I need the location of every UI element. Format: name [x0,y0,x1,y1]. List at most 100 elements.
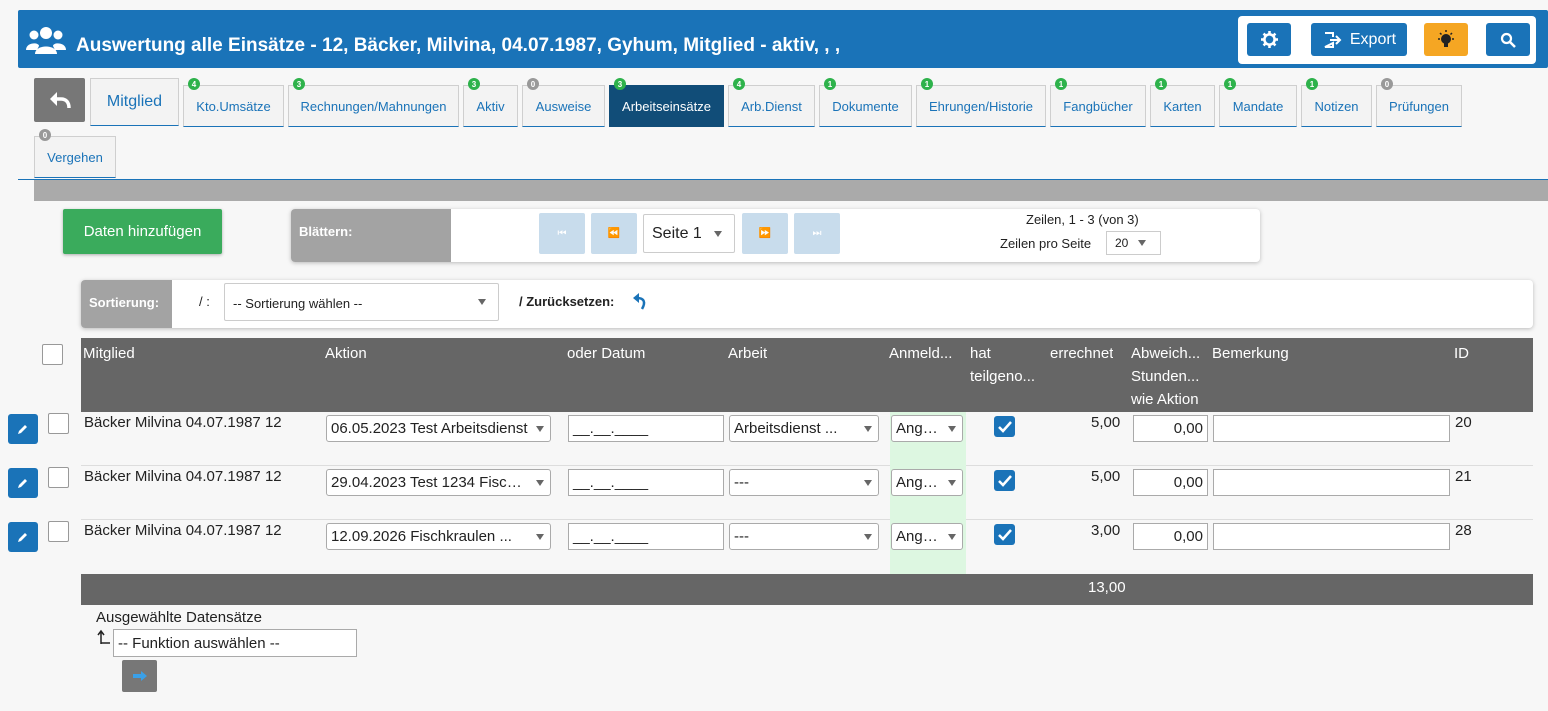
table-header: Mitglied Aktion oder Datum Arbeit Anmeld… [81,338,1533,412]
aktion-select[interactable]: 12.09.2026 Fischkraulen ... [326,523,551,550]
settings-button[interactable] [1247,23,1291,56]
back-button[interactable] [34,78,85,122]
tab-label: Notizen [1314,98,1359,114]
teilgenommen-checkbox[interactable] [994,416,1015,437]
row-checkbox[interactable] [48,467,69,488]
app-header: Auswertung alle Einsätze - 12, Bäcker, M… [18,10,1548,68]
tab-rechnungen-mahnungen[interactable]: 3 Rechnungen/Mahnungen [288,78,459,127]
col-anmeldung[interactable]: Anmeld... [889,342,952,365]
abweichung-input[interactable]: 0,00 [1133,523,1208,550]
last-page-button[interactable]: ⏭ [794,213,840,254]
col-teilgenommen-1[interactable]: hat [970,342,991,365]
pencil-icon [18,479,27,488]
tab-label: Aktiv [476,98,505,114]
tab-mitglied[interactable]: Mitglied [90,78,179,126]
row-checkbox[interactable] [48,521,69,542]
tab-ausweise[interactable]: 0 Ausweise [522,78,605,127]
mitglied-cell: Bäcker Milvina 04.07.1987 12 [84,468,282,485]
page-select[interactable]: Seite 1 [643,214,735,253]
teilgenommen-checkbox[interactable] [994,470,1015,491]
tab-mandate[interactable]: 1 Mandate [1219,78,1297,127]
next-page-button[interactable]: ⏩ [742,213,788,254]
export-label: Export [1349,30,1397,48]
col-teilgenommen-2: teilgeno... [970,368,1036,385]
arrow-right-icon [132,671,147,681]
arbeit-value: --- [734,474,749,491]
anmeldung-select[interactable]: Angemeldet [891,469,963,496]
bemerkung-input[interactable] [1213,469,1450,496]
tab-arbeitseinsaetze[interactable]: 3 Arbeitseinsätze [609,78,724,127]
tab-arb-dienst[interactable]: 4 Arb.Dienst [728,78,815,127]
tab-label: Kto.Umsätze [196,98,271,114]
tips-button[interactable] [1424,23,1468,56]
col-datum[interactable]: oder Datum [567,342,645,365]
undo-icon[interactable] [632,292,648,312]
aktion-value: 29.04.2023 Test 1234 Fischen [331,474,530,491]
arbeit-select[interactable]: --- [729,469,879,496]
aktion-select[interactable]: 29.04.2023 Test 1234 Fischen [326,469,551,496]
abweichung-input[interactable]: 0,00 [1133,469,1208,496]
tab-fangbuecher[interactable]: 1 Fangbücher [1050,78,1146,127]
col-errechnet[interactable]: errechnet [1050,342,1113,365]
anmeldung-select[interactable]: Angemeldet [891,415,963,442]
select-all-checkbox[interactable] [42,344,63,365]
col-bemerkung[interactable]: Bemerkung [1212,342,1289,365]
col-arbeit[interactable]: Arbeit [728,342,767,365]
anmeldung-select[interactable]: Angemeldet [891,523,963,550]
tab-notizen[interactable]: 1 Notizen [1301,78,1372,127]
teilgenommen-checkbox[interactable] [994,524,1015,545]
tab-badge: 0 [39,129,51,141]
table-footer: 13,00 [81,574,1533,605]
chevron-down-icon [948,479,956,486]
tab-aktiv[interactable]: 3 Aktiv [463,78,518,127]
datum-input[interactable]: __.__.____ [568,469,724,496]
add-data-button[interactable]: Daten hinzufügen [63,209,222,254]
function-select[interactable]: -- Funktion auswählen -- [113,629,357,657]
col-abweichung-3: wie Aktion [1131,391,1199,408]
tab-karten[interactable]: 1 Karten [1150,78,1215,127]
tab-vergehen[interactable]: 0 Vergehen [34,129,116,178]
edit-button[interactable] [8,522,38,552]
rows-per-page-select[interactable]: 20 [1106,231,1161,255]
tab-pruefungen[interactable]: 0 Prüfungen [1376,78,1462,127]
aktion-select[interactable]: 06.05.2023 Test Arbeitsdienst [326,415,551,442]
chevron-down-icon [478,299,486,305]
tab-label: Mitglied [106,93,163,110]
rows-per-page-label: Zeilen pro Seite [1000,236,1092,251]
table-row: Bäcker Milvina 04.07.1987 12 12.09.2026 … [81,520,1533,574]
search-button[interactable] [1486,23,1530,56]
col-mitglied[interactable]: Mitglied [83,342,135,365]
datum-input[interactable]: __.__.____ [568,415,724,442]
chevron-down-icon [864,533,872,540]
bemerkung-input[interactable] [1213,523,1450,550]
tab-ehrungen-historie[interactable]: 1 Ehrungen/Historie [916,78,1046,127]
tab-badge: 4 [188,78,200,90]
rewind-icon: ⏪ [607,228,621,239]
execute-function-button[interactable] [122,660,157,692]
tab-badge: 1 [1155,78,1167,90]
edit-button[interactable] [8,468,38,498]
arbeit-select[interactable]: --- [729,523,879,550]
errechnet-cell: 5,00 [1091,468,1121,485]
col-id[interactable]: ID [1454,342,1469,365]
corner-up-arrow-icon [97,629,110,644]
first-page-button[interactable]: ⏮ [539,213,585,254]
col-abweichung-1[interactable]: Abweich... [1131,342,1200,365]
tab-dokumente[interactable]: 1 Dokumente [819,78,912,127]
col-aktion[interactable]: Aktion [325,342,367,365]
export-button[interactable]: Export [1311,23,1407,56]
bemerkung-input[interactable] [1213,415,1450,442]
tab-kto-umsaetze[interactable]: 4 Kto.Umsätze [183,78,284,127]
abweichung-input[interactable]: 0,00 [1133,415,1208,442]
prev-page-button[interactable]: ⏪ [591,213,637,254]
page-select-value: Seite 1 [652,224,702,242]
arbeit-select[interactable]: Arbeitsdienst ... [729,415,879,442]
tab-badge: 3 [468,78,480,90]
tab-badge: 3 [614,78,626,90]
datum-input[interactable]: __.__.____ [568,523,724,550]
row-checkbox[interactable] [48,413,69,434]
edit-button[interactable] [8,414,38,444]
sort-select[interactable]: -- Sortierung wählen -- [224,283,499,321]
aktion-value: 06.05.2023 Test Arbeitsdienst [331,420,528,437]
errechnet-cell: 5,00 [1091,414,1121,431]
